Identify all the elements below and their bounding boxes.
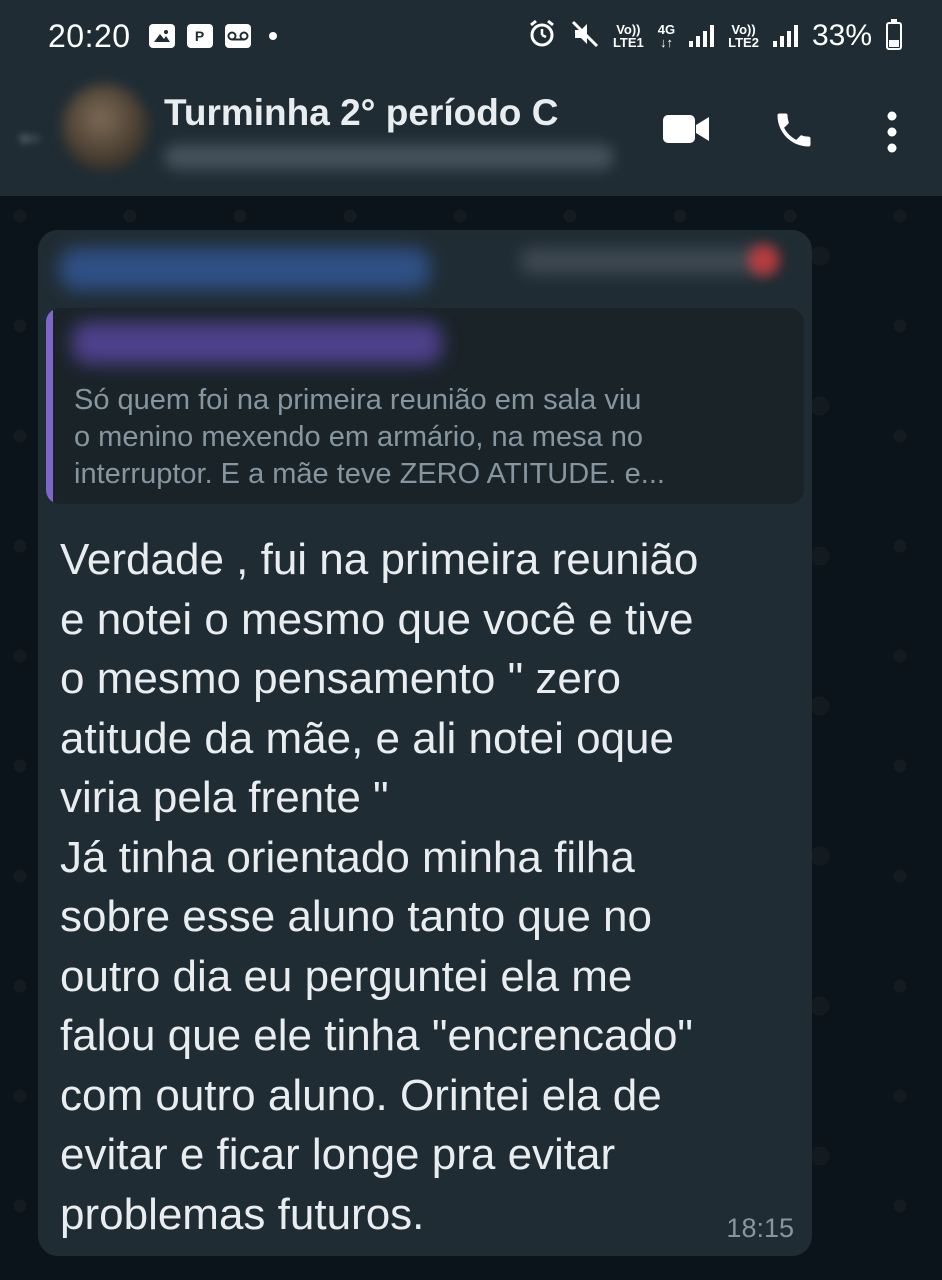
chat-title[interactable]: Turminha 2° período C (164, 92, 558, 134)
net-bottom: ↓↑ (659, 35, 673, 50)
quoted-author (72, 322, 442, 364)
notification-icons: P (148, 24, 277, 48)
volte-lte2-icon: Vo)) LTE2 (728, 23, 759, 49)
status-bar: 20:20 P Vo)) LTE1 4G ↓↑ Vo)) LTE2 33% (0, 0, 942, 72)
quoted-message[interactable]: Só quem foi na primeira reunião em sala … (46, 308, 804, 504)
system-icons: Vo)) LTE1 4G ↓↑ Vo)) LTE2 33% (527, 19, 902, 54)
message-time: 18:15 (726, 1213, 794, 1243)
parking-notification-icon: P (186, 24, 213, 48)
sender-name[interactable] (60, 248, 430, 290)
message-bubble[interactable]: Só quem foi na primeira reunião em sala … (38, 230, 812, 1256)
status-time: 20:20 (48, 17, 131, 54)
lte1-bottom: LTE1 (612, 35, 644, 50)
battery-icon (886, 19, 902, 50)
participants-subtitle[interactable] (164, 144, 614, 170)
more-options-icon[interactable] (880, 110, 904, 154)
voicemail-icon (224, 24, 251, 48)
signal-icon (772, 25, 798, 47)
back-arrow-icon[interactable]: ← (14, 117, 46, 149)
mute-icon (571, 20, 599, 53)
reaction-badge[interactable] (748, 244, 780, 276)
lte2-bottom: LTE2 (728, 35, 759, 50)
battery-percent: 33% (811, 19, 872, 52)
more-notifications-dot (268, 32, 277, 40)
signal-icon (689, 25, 715, 47)
volte-lte1-icon: Vo)) LTE1 (613, 23, 644, 49)
message-text: Verdade , fui na primeira reunião e note… (60, 535, 699, 1239)
quote-accent-bar (46, 308, 53, 504)
sender-phone (520, 248, 770, 274)
alarm-icon (527, 19, 557, 54)
4g-data-icon: 4G ↓↑ (658, 23, 675, 49)
quoted-text: Só quem foi na primeira reunião em sala … (74, 384, 665, 490)
image-icon (148, 24, 175, 48)
chat-header: ← Turminha 2° período C (0, 72, 942, 196)
voice-call-icon[interactable] (772, 108, 816, 152)
group-avatar[interactable] (62, 84, 148, 170)
video-call-icon[interactable] (662, 112, 710, 146)
